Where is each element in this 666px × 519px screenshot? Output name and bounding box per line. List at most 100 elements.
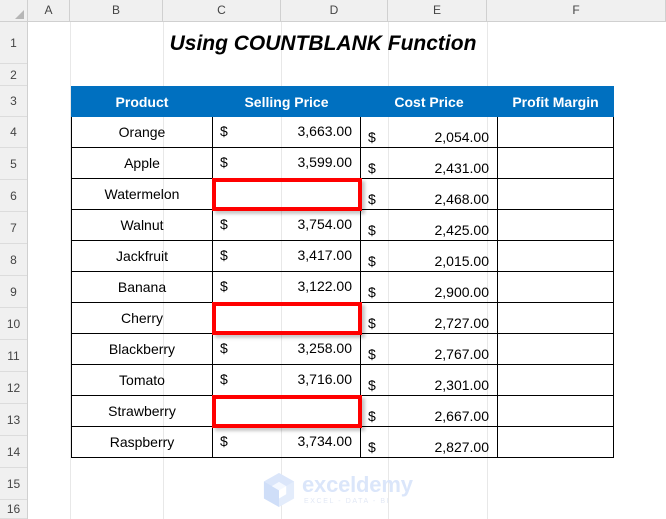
row-header-16[interactable]: 16 (0, 500, 27, 519)
cell-profit-margin[interactable] (497, 364, 614, 396)
select-all-corner[interactable] (0, 0, 28, 22)
table-row: Banana $3,122.00 $2,900.00 (71, 271, 614, 303)
column-header-profit-margin[interactable]: Profit Margin (497, 86, 614, 117)
spreadsheet-grid: ABCDEF 1 2 3 4 5 6 7 8 9 10 11 12 13 14 15 16 Using COU… (0, 0, 666, 519)
cell-product[interactable]: Cherry (71, 302, 213, 334)
cell-cost-price[interactable]: $2,301.00 (360, 364, 498, 396)
column-header-d[interactable]: D (281, 0, 388, 21)
cell-profit-margin[interactable] (497, 271, 614, 303)
cell-selling-price[interactable]: $3,122.00 (212, 271, 361, 303)
cell-profit-margin[interactable] (497, 333, 614, 365)
cell-cost-price[interactable]: $2,900.00 (360, 271, 498, 303)
row-header-7[interactable]: 7 (0, 212, 27, 244)
column-header-cost-price[interactable]: Cost Price (360, 86, 498, 117)
row-header-8[interactable]: 8 (0, 244, 27, 276)
cell-cost-price[interactable]: $2,425.00 (360, 209, 498, 241)
amount: 2,827.00 (434, 438, 490, 455)
cell-product[interactable]: Banana (71, 271, 213, 303)
amount: 2,468.00 (434, 190, 490, 207)
column-header-f[interactable]: F (487, 0, 666, 21)
cell-profit-margin[interactable] (497, 395, 614, 427)
currency-value: $3,417.00 (213, 241, 360, 271)
column-header-b[interactable]: B (70, 0, 163, 21)
currency-symbol: $ (368, 221, 376, 238)
cell-product[interactable]: Tomato (71, 364, 213, 396)
cell-profit-margin[interactable] (497, 426, 614, 458)
currency-symbol: $ (220, 277, 228, 294)
table-row: Cherry $2,727.00 (71, 302, 614, 334)
cell-selling-price[interactable]: $3,716.00 (212, 364, 361, 396)
table-row: Strawberry $2,667.00 (71, 395, 614, 427)
row-header-12[interactable]: 12 (0, 372, 27, 404)
cell-product[interactable]: Apple (71, 147, 213, 179)
cell-profit-margin[interactable] (497, 302, 614, 334)
cell-selling-price-blank[interactable] (212, 395, 361, 427)
amount: 3,663.00 (297, 122, 353, 139)
cell-cost-price[interactable]: $2,667.00 (360, 395, 498, 427)
exceldemy-watermark: exceldemy EXCEL - DATA - BI (262, 468, 413, 512)
currency-value: $2,827.00 (361, 427, 497, 457)
cell-selling-price[interactable]: $3,663.00 (212, 116, 361, 148)
currency-symbol: $ (220, 339, 228, 356)
cell-cost-price[interactable]: $2,015.00 (360, 240, 498, 272)
table-row: Blackberry $3,258.00 $2,767.00 (71, 333, 614, 365)
cell-cost-price[interactable]: $2,767.00 (360, 333, 498, 365)
cell-profit-margin[interactable] (497, 240, 614, 272)
cell-product[interactable]: Walnut (71, 209, 213, 241)
cell-cost-price[interactable]: $2,054.00 (360, 116, 498, 148)
cell-product[interactable]: Orange (71, 116, 213, 148)
row-header-1[interactable]: 1 (0, 22, 27, 64)
column-header-c[interactable]: C (163, 0, 281, 21)
cell-product[interactable]: Jackfruit (71, 240, 213, 272)
cell-product[interactable]: Strawberry (71, 395, 213, 427)
cell-cost-price[interactable]: $2,727.00 (360, 302, 498, 334)
row-header-11[interactable]: 11 (0, 340, 27, 372)
cell-product[interactable]: Blackberry (71, 333, 213, 365)
cell-profit-margin[interactable] (497, 209, 614, 241)
amount: 2,054.00 (434, 128, 490, 145)
cell-selling-price[interactable]: $3,599.00 (212, 147, 361, 179)
column-header-e[interactable]: E (388, 0, 487, 21)
cell-product[interactable]: Watermelon (71, 178, 213, 210)
cell-profit-margin[interactable] (497, 147, 614, 179)
currency-symbol: $ (368, 438, 376, 455)
currency-value: $2,667.00 (361, 396, 497, 426)
amount: 3,754.00 (297, 215, 353, 232)
cell-product[interactable]: Raspberry (71, 426, 213, 458)
currency-symbol: $ (368, 407, 376, 424)
cell-cost-price[interactable]: $2,468.00 (360, 178, 498, 210)
cell-selling-price[interactable]: $3,734.00 (212, 426, 361, 458)
column-header-selling-price[interactable]: Selling Price (212, 86, 361, 117)
row-header-2[interactable]: 2 (0, 64, 27, 86)
row-header-15[interactable]: 15 (0, 468, 27, 500)
hexagon-cube-logo-icon (263, 472, 295, 508)
row-header-6[interactable]: 6 (0, 180, 27, 212)
cell-selling-price-blank[interactable] (212, 178, 361, 210)
cell-profit-margin[interactable] (497, 178, 614, 210)
cell-cost-price[interactable]: $2,431.00 (360, 147, 498, 179)
cell-selling-price-blank[interactable] (212, 302, 361, 334)
table-row: Orange $3,663.00 $2,054.00 (71, 116, 614, 148)
cell-selling-price[interactable]: $3,417.00 (212, 240, 361, 272)
cell-selling-price[interactable]: $3,754.00 (212, 209, 361, 241)
row-header-14[interactable]: 14 (0, 436, 27, 468)
row-header-5[interactable]: 5 (0, 148, 27, 180)
row-header-9[interactable]: 9 (0, 276, 27, 308)
cell-profit-margin[interactable] (497, 116, 614, 148)
amount: 2,015.00 (434, 252, 490, 269)
currency-symbol: $ (368, 376, 376, 393)
currency-value: $2,301.00 (361, 365, 497, 395)
currency-value: $2,727.00 (361, 303, 497, 333)
row-header-4[interactable]: 4 (0, 117, 27, 148)
amount: 2,431.00 (434, 159, 490, 176)
row-header-13[interactable]: 13 (0, 404, 27, 436)
column-header-product[interactable]: Product (71, 86, 213, 117)
column-header-a[interactable]: A (28, 0, 70, 21)
select-all-triangle-icon (15, 10, 24, 19)
row-header-3[interactable]: 3 (0, 86, 27, 117)
currency-value: $2,468.00 (361, 179, 497, 209)
cell-selling-price[interactable]: $3,258.00 (212, 333, 361, 365)
currency-value: $3,599.00 (213, 148, 360, 178)
row-header-10[interactable]: 10 (0, 308, 27, 340)
cell-cost-price[interactable]: $2,827.00 (360, 426, 498, 458)
